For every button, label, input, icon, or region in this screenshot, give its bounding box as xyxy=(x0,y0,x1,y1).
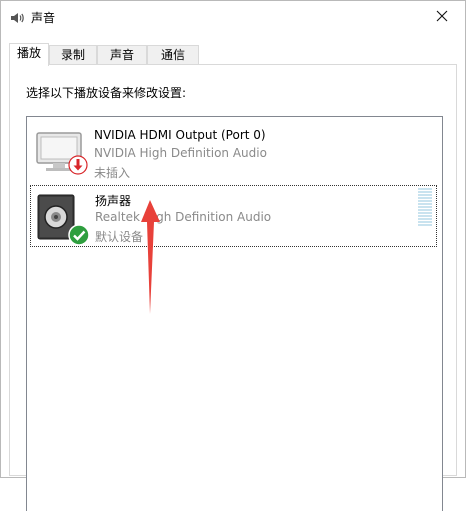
sound-dialog: 声音 播放 录制 声音 通信 选择以下播放设备来修改设置: NVIDIA HDM… xyxy=(0,0,466,511)
default-check-badge-icon xyxy=(68,224,90,250)
device-item-speaker[interactable]: 扬声器 Realtek High Definition Audio 默认设备 xyxy=(30,185,437,247)
volume-level-meter xyxy=(418,188,432,228)
device-status: 未插入 xyxy=(94,166,131,180)
device-description: Realtek High Definition Audio xyxy=(95,210,272,224)
device-item-hdmi[interactable]: NVIDIA HDMI Output (Port 0) NVIDIA High … xyxy=(30,121,437,183)
device-name: 扬声器 xyxy=(95,194,132,208)
instruction-text: 选择以下播放设备来修改设置: xyxy=(26,86,187,100)
device-description: NVIDIA High Definition Audio xyxy=(94,146,267,160)
tab-playback[interactable]: 播放 xyxy=(9,43,49,66)
tab-sounds[interactable]: 声音 xyxy=(97,45,147,65)
unplugged-badge-icon xyxy=(68,155,88,179)
close-icon xyxy=(436,10,448,22)
device-name: NVIDIA HDMI Output (Port 0) xyxy=(94,128,266,142)
tab-recording[interactable]: 录制 xyxy=(49,45,97,65)
speaker-title-icon xyxy=(9,10,25,26)
tab-communications[interactable]: 通信 xyxy=(147,45,199,65)
title-bar[interactable]: 声音 xyxy=(1,1,465,34)
close-button[interactable] xyxy=(419,1,465,32)
playback-panel: 选择以下播放设备来修改设置: NVIDIA HDMI Output (Port … xyxy=(9,64,457,511)
device-list[interactable]: NVIDIA HDMI Output (Port 0) NVIDIA High … xyxy=(26,116,443,511)
device-status: 默认设备 xyxy=(95,230,144,244)
window-title: 声音 xyxy=(31,11,56,25)
